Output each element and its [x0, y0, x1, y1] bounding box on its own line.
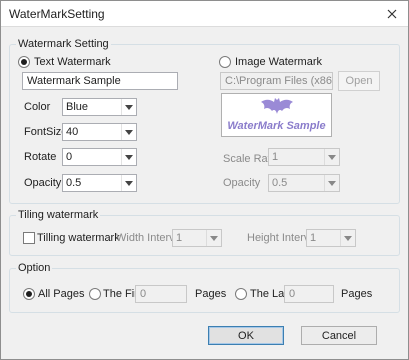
- tilling-watermark-checkbox[interactable]: [23, 232, 35, 244]
- chevron-down-icon: [328, 180, 336, 186]
- option-group-label: Option: [16, 262, 53, 275]
- chevron-down-icon: [125, 154, 133, 160]
- the-first-input[interactable]: 0: [135, 285, 187, 303]
- all-pages-label[interactable]: All Pages: [38, 287, 84, 301]
- fontsize-label: FontSize: [24, 126, 68, 138]
- tiling-watermark-group: Tiling watermark Tilling watermark Width…: [9, 209, 400, 256]
- tilling-watermark-label[interactable]: Tilling watermark: [37, 231, 120, 245]
- color-select-value: Blue: [66, 101, 89, 113]
- opacity-select-value: 0.5: [66, 177, 82, 189]
- preview-text: WaterMark Sample: [227, 120, 326, 132]
- text-watermark-radio[interactable]: [18, 56, 30, 68]
- chevron-down-icon: [210, 235, 218, 241]
- watermark-preview: WaterMark Sample: [221, 93, 332, 137]
- open-button[interactable]: Open: [338, 71, 380, 91]
- the-last-radio[interactable]: [235, 288, 247, 300]
- height-interval-select-value: 1: [310, 232, 317, 244]
- color-select[interactable]: Blue: [62, 98, 137, 116]
- the-first-radio[interactable]: [89, 288, 101, 300]
- opacity-label: Opacity: [24, 177, 62, 189]
- rotate-select[interactable]: 0: [62, 148, 137, 166]
- window-title: WaterMarkSetting: [9, 7, 105, 21]
- watermark-setting-group-label: Watermark Setting: [16, 38, 111, 51]
- fontsize-select[interactable]: 40: [62, 123, 137, 141]
- title-bar: WaterMarkSetting: [1, 1, 408, 27]
- opacity-select[interactable]: 0.5: [62, 174, 137, 192]
- scale-ratio-select[interactable]: 1: [268, 148, 340, 166]
- close-button[interactable]: [382, 4, 402, 24]
- height-interval-select[interactable]: 1: [306, 229, 356, 247]
- watermark-setting-dialog: WaterMarkSetting Watermark Setting Text …: [0, 0, 409, 360]
- tiling-watermark-group-label: Tiling watermark: [16, 209, 101, 222]
- text-watermark-label[interactable]: Text Watermark: [34, 55, 111, 69]
- watermark-text-input[interactable]: Watermark Sample: [22, 72, 178, 90]
- cancel-button[interactable]: Cancel: [301, 326, 377, 345]
- watermark-setting-group: Watermark Setting Text Watermark Image W…: [9, 38, 400, 204]
- width-interval-select[interactable]: 1: [172, 229, 222, 247]
- all-pages-radio[interactable]: [23, 288, 35, 300]
- rotate-select-value: 0: [66, 151, 73, 163]
- color-label: Color: [24, 101, 51, 113]
- chevron-down-icon: [125, 104, 133, 110]
- chevron-down-icon: [125, 180, 133, 186]
- close-icon: [387, 9, 397, 19]
- scale-ratio-select-value: 1: [272, 151, 279, 163]
- image-opacity-select-value: 0.5: [272, 177, 288, 189]
- pages-label-first: Pages: [195, 288, 227, 300]
- image-watermark-label[interactable]: Image Watermark: [235, 55, 322, 69]
- the-last-input[interactable]: 0: [284, 285, 334, 303]
- image-watermark-radio[interactable]: [219, 56, 231, 68]
- fontsize-select-value: 40: [66, 126, 79, 138]
- rotate-label: Rotate: [24, 151, 57, 163]
- image-opacity-select[interactable]: 0.5: [268, 174, 340, 192]
- chevron-down-icon: [344, 235, 352, 241]
- chevron-down-icon: [125, 129, 133, 135]
- pages-label-last: Pages: [341, 288, 373, 300]
- chevron-down-icon: [328, 154, 336, 160]
- image-opacity-label: Opacity: [223, 177, 261, 189]
- ok-button[interactable]: OK: [208, 326, 284, 345]
- image-path-input[interactable]: C:\Program Files (x86)\PDF Co: [220, 72, 333, 90]
- width-interval-select-value: 1: [176, 232, 183, 244]
- bat-logo-icon: [261, 98, 293, 114]
- option-group: Option All Pages The First 0 Pages The L…: [9, 262, 400, 313]
